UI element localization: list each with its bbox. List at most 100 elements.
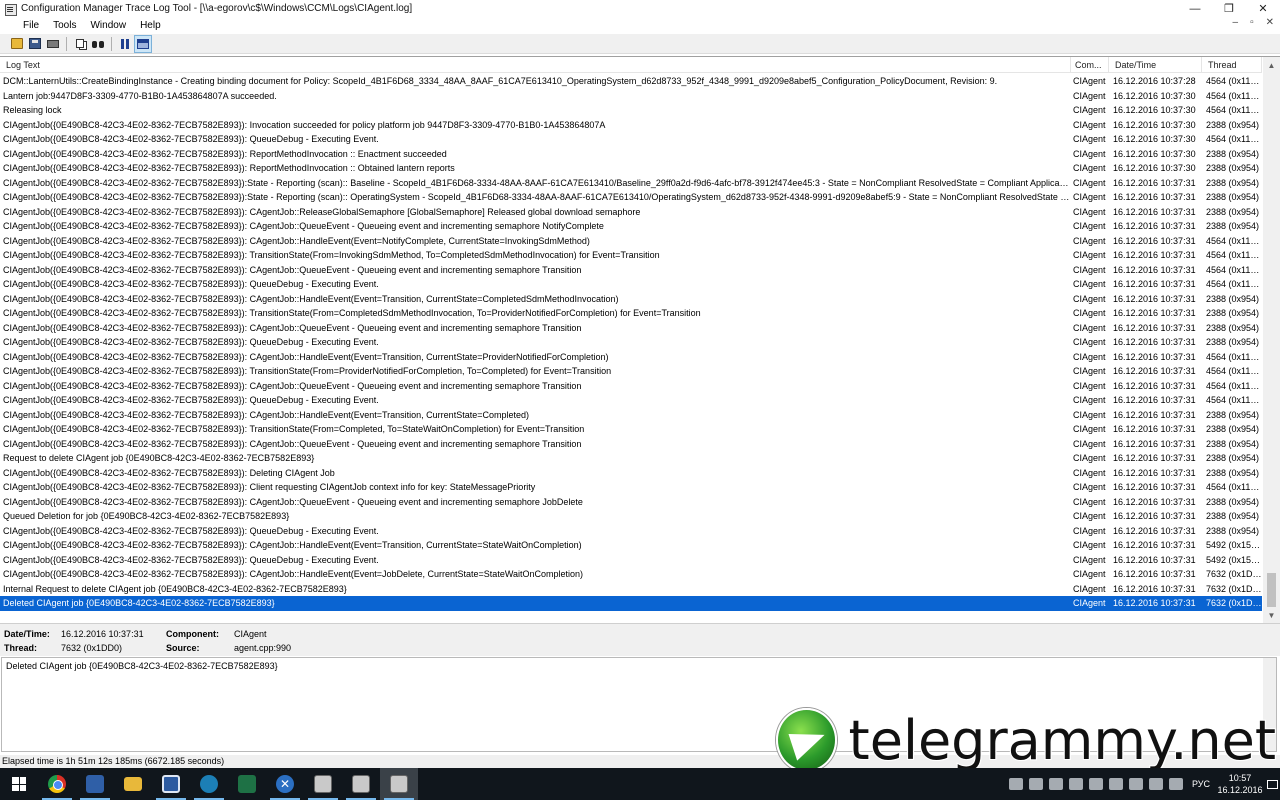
log-row[interactable]: CIAgentJob({0E490BC8-42C3-4E02-8362-7ECB… bbox=[0, 219, 1262, 234]
pause-button[interactable] bbox=[116, 35, 134, 53]
log-row[interactable]: DCM::LanternUtils::CreateBindingInstance… bbox=[0, 74, 1262, 89]
log-row-datetime: 16.12.2016 10:37:28 bbox=[1113, 76, 1196, 86]
tray-app-icon[interactable] bbox=[1048, 778, 1063, 790]
column-header-datetime[interactable]: Date/Time bbox=[1109, 57, 1202, 73]
mdi-restore-button[interactable]: ▫ bbox=[1250, 17, 1254, 28]
log-row-component: CIAgent bbox=[1073, 598, 1106, 608]
log-row-datetime: 16.12.2016 10:37:31 bbox=[1113, 279, 1196, 289]
taskbar-cmtrace-1[interactable] bbox=[304, 768, 342, 800]
log-row[interactable]: CIAgentJob({0E490BC8-42C3-4E02-8362-7ECB… bbox=[0, 205, 1262, 220]
log-row[interactable]: Internal Request to delete CIAgent job {… bbox=[0, 582, 1262, 597]
log-row-thread: 4564 (0x11D4) bbox=[1206, 90, 1262, 101]
log-row[interactable]: CIAgentJob({0E490BC8-42C3-4E02-8362-7ECB… bbox=[0, 132, 1262, 147]
close-button[interactable]: ✕ bbox=[1246, 0, 1280, 17]
toolbar bbox=[0, 34, 1280, 54]
log-row[interactable]: CIAgentJob({0E490BC8-42C3-4E02-8362-7ECB… bbox=[0, 234, 1262, 249]
column-header-component[interactable]: Com... bbox=[1071, 57, 1109, 73]
maximize-button[interactable]: ❐ bbox=[1212, 0, 1246, 17]
minimize-button[interactable]: — bbox=[1178, 0, 1212, 17]
taskbar-cmtrace-3[interactable] bbox=[380, 768, 418, 800]
tray-app-icon[interactable] bbox=[1128, 778, 1143, 790]
log-row[interactable]: Lantern job:9447D8F3-3309-4770-B1B0-1A45… bbox=[0, 89, 1262, 104]
log-row[interactable]: CIAgentJob({0E490BC8-42C3-4E02-8362-7ECB… bbox=[0, 393, 1262, 408]
log-row[interactable]: CIAgentJob({0E490BC8-42C3-4E02-8362-7ECB… bbox=[0, 350, 1262, 365]
log-row[interactable]: CIAgentJob({0E490BC8-42C3-4E02-8362-7ECB… bbox=[0, 161, 1262, 176]
scroll-down-icon[interactable]: ▼ bbox=[1263, 607, 1280, 623]
log-row[interactable]: CIAgentJob({0E490BC8-42C3-4E02-8362-7ECB… bbox=[0, 335, 1262, 350]
log-row[interactable]: CIAgentJob({0E490BC8-42C3-4E02-8362-7ECB… bbox=[0, 567, 1262, 582]
log-row-component: CIAgent bbox=[1073, 163, 1106, 173]
copy-button[interactable] bbox=[71, 35, 89, 53]
log-row-text: Lantern job:9447D8F3-3309-4770-B1B0-1A45… bbox=[3, 90, 277, 101]
log-row-thread: 7632 (0x1DD0) bbox=[1206, 569, 1262, 579]
menu-help[interactable]: Help bbox=[133, 20, 168, 31]
network-icon[interactable] bbox=[1168, 778, 1183, 790]
action-center-button[interactable] bbox=[1264, 768, 1280, 800]
log-row[interactable]: CIAgentJob({0E490BC8-42C3-4E02-8362-7ECB… bbox=[0, 292, 1262, 307]
log-row[interactable]: CIAgentJob({0E490BC8-42C3-4E02-8362-7ECB… bbox=[0, 263, 1262, 278]
menu-file[interactable]: File bbox=[0, 20, 46, 31]
clock[interactable]: 10:57 16.12.2016 bbox=[1216, 772, 1264, 796]
log-row[interactable]: CIAgentJob({0E490BC8-42C3-4E02-8362-7ECB… bbox=[0, 553, 1262, 568]
log-row[interactable]: Queued Deletion for job {0E490BC8-42C3-4… bbox=[0, 509, 1262, 524]
log-row-component: CIAgent bbox=[1073, 293, 1106, 304]
log-row[interactable]: CIAgentJob({0E490BC8-42C3-4E02-8362-7ECB… bbox=[0, 248, 1262, 263]
taskbar-x-app[interactable]: ✕ bbox=[266, 768, 304, 800]
log-row[interactable]: CIAgentJob({0E490BC8-42C3-4E02-8362-7ECB… bbox=[0, 190, 1262, 205]
log-row-text: CIAgentJob({0E490BC8-42C3-4E02-8362-7ECB… bbox=[3, 525, 379, 536]
print-button[interactable] bbox=[44, 35, 62, 53]
column-header-log-text[interactable]: Log Text bbox=[0, 57, 1071, 73]
mdi-minimize-button[interactable]: – bbox=[1233, 17, 1239, 28]
volume-icon[interactable] bbox=[1108, 778, 1123, 790]
taskbar-cmtrace-2[interactable] bbox=[342, 768, 380, 800]
log-row[interactable]: CIAgentJob({0E490BC8-42C3-4E02-8362-7ECB… bbox=[0, 277, 1262, 292]
open-button[interactable] bbox=[8, 35, 26, 53]
start-button[interactable] bbox=[0, 768, 38, 800]
log-row[interactable]: CIAgentJob({0E490BC8-42C3-4E02-8362-7ECB… bbox=[0, 495, 1262, 510]
log-row[interactable]: Deleted CIAgent job {0E490BC8-42C3-4E02-… bbox=[0, 596, 1262, 611]
tray-app-icon[interactable] bbox=[1088, 778, 1103, 790]
taskbar-list-app[interactable] bbox=[152, 768, 190, 800]
log-row[interactable]: CIAgentJob({0E490BC8-42C3-4E02-8362-7ECB… bbox=[0, 118, 1262, 133]
tray-app-icon[interactable] bbox=[1148, 778, 1163, 790]
tray-app-icon[interactable] bbox=[1008, 778, 1023, 790]
log-row[interactable]: CIAgentJob({0E490BC8-42C3-4E02-8362-7ECB… bbox=[0, 364, 1262, 379]
log-row[interactable]: CIAgentJob({0E490BC8-42C3-4E02-8362-7ECB… bbox=[0, 379, 1262, 394]
log-row[interactable]: Releasing lock CIAgent 16.12.2016 10:37:30… bbox=[0, 103, 1262, 118]
log-row-thread: 4564 (0x11D4) bbox=[1206, 250, 1262, 260]
mdi-close-button[interactable]: ✕ bbox=[1266, 17, 1274, 28]
taskbar-globe-app[interactable] bbox=[190, 768, 228, 800]
taskbar-chrome[interactable] bbox=[38, 768, 76, 800]
log-row[interactable]: CIAgentJob({0E490BC8-42C3-4E02-8362-7ECB… bbox=[0, 538, 1262, 553]
scroll-up-icon[interactable]: ▲ bbox=[1263, 57, 1280, 73]
log-row-thread: 4564 (0x11D4) bbox=[1206, 105, 1262, 115]
column-header-thread[interactable]: Thread bbox=[1202, 57, 1262, 73]
scroll-thumb[interactable] bbox=[1267, 573, 1276, 607]
taskbar-user-manager[interactable] bbox=[76, 768, 114, 800]
find-button[interactable] bbox=[89, 35, 107, 53]
menu-window[interactable]: Window bbox=[83, 20, 133, 31]
menu-tools[interactable]: Tools bbox=[46, 20, 83, 31]
log-row[interactable]: CIAgentJob({0E490BC8-42C3-4E02-8362-7ECB… bbox=[0, 480, 1262, 495]
log-row[interactable]: CIAgentJob({0E490BC8-42C3-4E02-8362-7ECB… bbox=[0, 176, 1262, 191]
language-indicator[interactable]: РУС bbox=[1192, 779, 1210, 789]
tray-app-icon[interactable] bbox=[1028, 778, 1043, 790]
log-row-thread: 2388 (0x954) bbox=[1206, 496, 1260, 507]
save-button[interactable] bbox=[26, 35, 44, 53]
log-row[interactable]: CIAgentJob({0E490BC8-42C3-4E02-8362-7ECB… bbox=[0, 524, 1262, 539]
log-row[interactable]: Request to delete CIAgent job {0E490BC8-… bbox=[0, 451, 1262, 466]
log-scrollbar[interactable]: ▲ ▼ bbox=[1263, 57, 1280, 623]
log-row-component: CIAgent bbox=[1073, 105, 1106, 115]
log-row[interactable]: CIAgentJob({0E490BC8-42C3-4E02-8362-7ECB… bbox=[0, 321, 1262, 336]
log-row[interactable]: CIAgentJob({0E490BC8-42C3-4E02-8362-7ECB… bbox=[0, 408, 1262, 423]
tray-app-icon[interactable] bbox=[1068, 778, 1083, 790]
log-row[interactable]: CIAgentJob({0E490BC8-42C3-4E02-8362-7ECB… bbox=[0, 437, 1262, 452]
mdi-controls: – ▫ ✕ bbox=[1233, 17, 1275, 28]
log-row[interactable]: CIAgentJob({0E490BC8-42C3-4E02-8362-7ECB… bbox=[0, 466, 1262, 481]
taskbar-file-explorer[interactable] bbox=[114, 768, 152, 800]
taskbar-spreadsheet-app[interactable] bbox=[228, 768, 266, 800]
highlight-pane-button[interactable] bbox=[134, 34, 152, 53]
log-row[interactable]: CIAgentJob({0E490BC8-42C3-4E02-8362-7ECB… bbox=[0, 306, 1262, 321]
log-row[interactable]: CIAgentJob({0E490BC8-42C3-4E02-8362-7ECB… bbox=[0, 422, 1262, 437]
log-row[interactable]: CIAgentJob({0E490BC8-42C3-4E02-8362-7ECB… bbox=[0, 147, 1262, 162]
